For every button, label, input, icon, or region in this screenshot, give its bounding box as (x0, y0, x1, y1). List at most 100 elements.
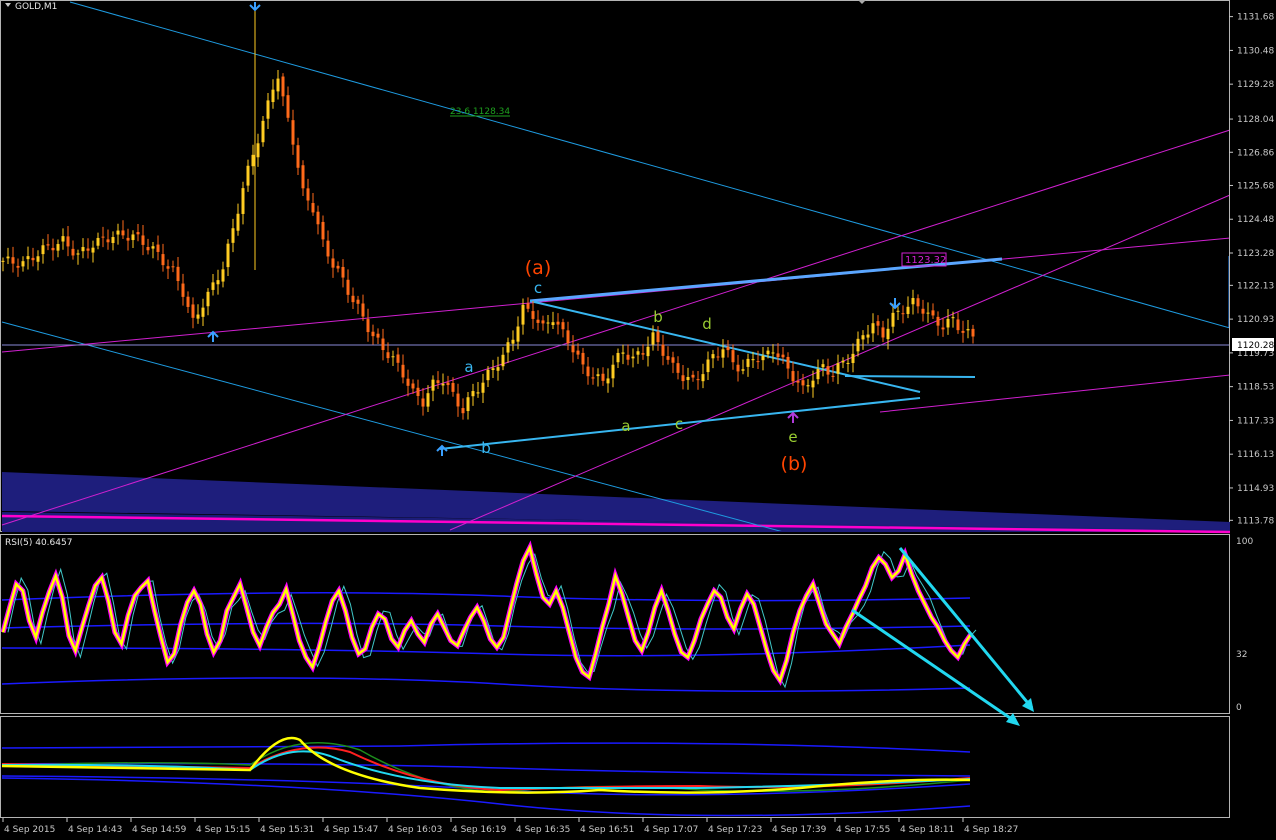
wave-label-e2: e (788, 428, 797, 446)
candle-body (116, 230, 120, 235)
time-tick-label: 4 Sep 14:43 (68, 825, 122, 835)
candle-body (466, 397, 470, 412)
candle-body (961, 330, 965, 333)
candle-body (501, 354, 505, 367)
candle-body (551, 322, 555, 326)
candle-body (386, 352, 390, 359)
time-tick-label: 4 Sep 16:51 (580, 825, 634, 835)
price-tick-label: 1128.04 (1237, 115, 1274, 125)
candle-body (176, 266, 180, 282)
candle-body (491, 368, 495, 371)
candle-body (431, 379, 435, 391)
candle-body (681, 375, 685, 382)
wave-label-c2: c (675, 415, 683, 433)
wave-label-c: c (534, 279, 542, 297)
time-axis: 4 Sep 2015 4 Sep 14:43 4 Sep 14:59 4 Sep 15… (2, 818, 1018, 835)
candle-body (6, 256, 10, 259)
candle-body (601, 373, 605, 381)
time-tick-label: 4 Sep 17:55 (836, 825, 890, 835)
candle-body (181, 283, 185, 297)
candle-body (126, 237, 130, 241)
candle-body (166, 266, 170, 269)
time-tick-label: 4 Sep 14:59 (132, 825, 187, 835)
candle-body (451, 383, 455, 392)
support-line (844, 375, 976, 378)
panel-frames (0, 0, 1230, 818)
candle-body (531, 311, 535, 319)
candle-body (271, 89, 275, 103)
candle-body (201, 307, 205, 317)
candle-body (821, 364, 825, 368)
candle-body (746, 358, 750, 367)
candle-body (21, 261, 25, 267)
price-tick-label: 1120.93 (1237, 315, 1274, 325)
rsi-tick-label: 32 (1236, 650, 1247, 660)
candle-body (321, 221, 325, 240)
candle-body (971, 328, 975, 337)
symbol-title: GOLD,M1 (15, 2, 57, 12)
candle-body (516, 326, 520, 342)
rsi-title: RSI(5) 40.6457 (5, 538, 72, 548)
rsi-signal-line (7, 550, 977, 689)
candle-body (56, 244, 60, 251)
candle-body (721, 349, 725, 358)
wave-label-b2: b (653, 308, 663, 326)
candle-body (791, 371, 795, 382)
candle-body (376, 333, 380, 338)
dropdown-triangle-icon[interactable] (5, 3, 11, 7)
candle-body (766, 350, 770, 355)
candle-body (686, 376, 690, 381)
candle-body (406, 378, 410, 386)
time-tick-label: 4 Sep 16:19 (452, 825, 507, 835)
candle-body (11, 257, 15, 264)
candle-body (941, 327, 945, 330)
time-tick-label: 4 Sep 18:11 (900, 825, 954, 835)
candle-body (891, 312, 895, 327)
candle-body (411, 383, 415, 389)
candle-body (171, 266, 175, 268)
candle-body (251, 154, 255, 167)
candle-body (231, 228, 235, 243)
candle-body (876, 321, 880, 326)
candle-body (511, 339, 515, 344)
candle-body (486, 369, 490, 381)
candle-series (1, 4, 975, 420)
time-tick-label: 4 Sep 17:23 (708, 825, 762, 835)
candle-body (291, 120, 295, 145)
candle-body (806, 385, 810, 387)
rsi-axis: 100 32 0 (1236, 537, 1253, 713)
candle-body (616, 352, 620, 363)
price-tick-label: 1125.68 (1237, 181, 1274, 191)
candle-body (581, 352, 585, 365)
candle-body (571, 345, 575, 353)
shift-marker-icon[interactable] (858, 0, 866, 4)
wave-label-b: b (481, 439, 491, 457)
candle-body (546, 322, 550, 324)
price-panel-frame (0, 0, 1230, 532)
candle-body (81, 247, 85, 252)
candle-body (446, 382, 450, 386)
candle-body (931, 310, 935, 316)
candle-body (816, 368, 820, 380)
candle-body (851, 353, 855, 364)
candle-body (151, 246, 155, 249)
candle-body (196, 314, 200, 319)
trading-chart-window: a b c (a) a b c d e (b) 23.6 1128.34 112… (0, 0, 1276, 840)
arrow-down-icon (249, 2, 261, 12)
candle-body (246, 165, 250, 186)
candle-body (226, 243, 230, 268)
wave-label-d2: d (702, 315, 712, 333)
candle-body (826, 366, 830, 375)
price-tick-label: 1118.53 (1237, 383, 1274, 393)
candle-body (886, 328, 890, 340)
rsi-tick-label: 0 (1236, 703, 1242, 713)
candle-body (691, 374, 695, 378)
candle-body (161, 254, 165, 266)
price-tick-label: 1123.28 (1237, 249, 1274, 259)
candle-body (141, 235, 145, 245)
candle-body (536, 319, 540, 323)
price-tick-label: 1122.13 (1237, 281, 1274, 291)
candle-body (1, 260, 5, 262)
candle-body (736, 364, 740, 372)
candle-body (216, 280, 220, 285)
